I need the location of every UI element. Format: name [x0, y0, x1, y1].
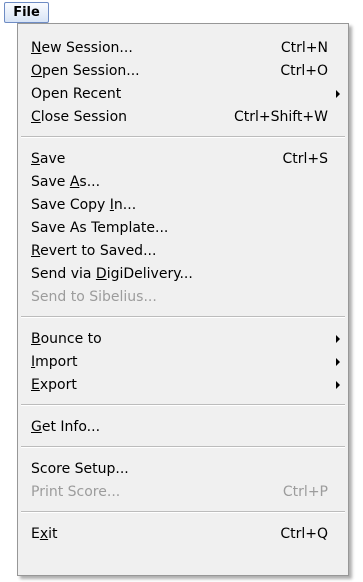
menu-item-import[interactable]: Import [18, 351, 348, 373]
menu-item-label: Revert to Saved... [31, 243, 157, 259]
menu-item-score-setup[interactable]: Score Setup... [18, 458, 348, 480]
menu-item-revert-to-saved[interactable]: Revert to Saved... [18, 240, 348, 262]
menu-item-bounce-to[interactable]: Bounce to [18, 328, 348, 350]
menu-item-label: Import [31, 354, 78, 370]
file-menu-button[interactable]: File [4, 2, 49, 23]
menu-item-label: Send via DigiDelivery... [31, 266, 193, 282]
menu-separator [21, 136, 345, 138]
submenu-arrow-icon [336, 358, 340, 366]
menu-item-open-recent[interactable]: Open Recent [18, 83, 348, 105]
menu-item-label: Open Session... [31, 63, 140, 79]
menu-item-label: Save [31, 151, 66, 167]
menu-item-exit[interactable]: Exit Ctrl+Q [18, 523, 348, 545]
menu-item-save-copy-in[interactable]: Save Copy In... [18, 194, 348, 216]
menu-separator [21, 404, 345, 406]
menu-item-save[interactable]: Save Ctrl+S [18, 148, 348, 170]
shortcut-label: Ctrl+P [282, 484, 328, 500]
menu-item-label: Export [31, 377, 77, 393]
shortcut-label: Ctrl+Shift+W [233, 109, 328, 125]
menu-item-label: Save As Template... [31, 220, 169, 236]
submenu-arrow-icon [336, 381, 340, 389]
menu-item-label: Save As... [31, 174, 101, 190]
menu-item-export[interactable]: Export [18, 374, 348, 396]
menu-item-label: Save Copy In... [31, 197, 137, 213]
shortcut-label: Ctrl+S [282, 151, 328, 167]
menu-separator [21, 316, 345, 318]
menu-item-label: Open Recent [31, 86, 122, 102]
submenu-arrow-icon [336, 90, 340, 98]
shortcut-label: Ctrl+N [280, 40, 328, 56]
menu-item-label: Bounce to [31, 331, 102, 347]
file-menu-dropdown: New Session... Ctrl+N Open Session... Ct… [17, 23, 349, 576]
menu-item-save-as[interactable]: Save As... [18, 171, 348, 193]
menu-item-label: Get Info... [31, 419, 101, 435]
menu-item-save-as-template[interactable]: Save As Template... [18, 217, 348, 239]
submenu-arrow-icon [336, 335, 340, 343]
menu-separator [21, 511, 345, 513]
menu-item-get-info[interactable]: Get Info... [18, 416, 348, 438]
menu-item-label: Send to Sibelius... [31, 289, 157, 305]
menu-item-open-session[interactable]: Open Session... Ctrl+O [18, 60, 348, 82]
menu-separator [21, 446, 345, 448]
menu-item-close-session[interactable]: Close Session Ctrl+Shift+W [18, 106, 348, 128]
menu-item-print-score: Print Score... Ctrl+P [18, 481, 348, 503]
shortcut-label: Ctrl+O [280, 63, 328, 79]
menu-item-label: Close Session [31, 109, 128, 125]
menu-item-label: Exit [31, 526, 58, 542]
menu-item-new-session[interactable]: New Session... Ctrl+N [18, 37, 348, 59]
menu-item-label: New Session... [31, 40, 133, 56]
menu-item-label: Print Score... [31, 484, 121, 500]
shortcut-label: Ctrl+Q [280, 526, 328, 542]
menu-item-send-via-digidelivery[interactable]: Send via DigiDelivery... [18, 263, 348, 285]
menu-item-send-to-sibelius: Send to Sibelius... [18, 286, 348, 308]
menu-item-label: Score Setup... [31, 461, 129, 477]
